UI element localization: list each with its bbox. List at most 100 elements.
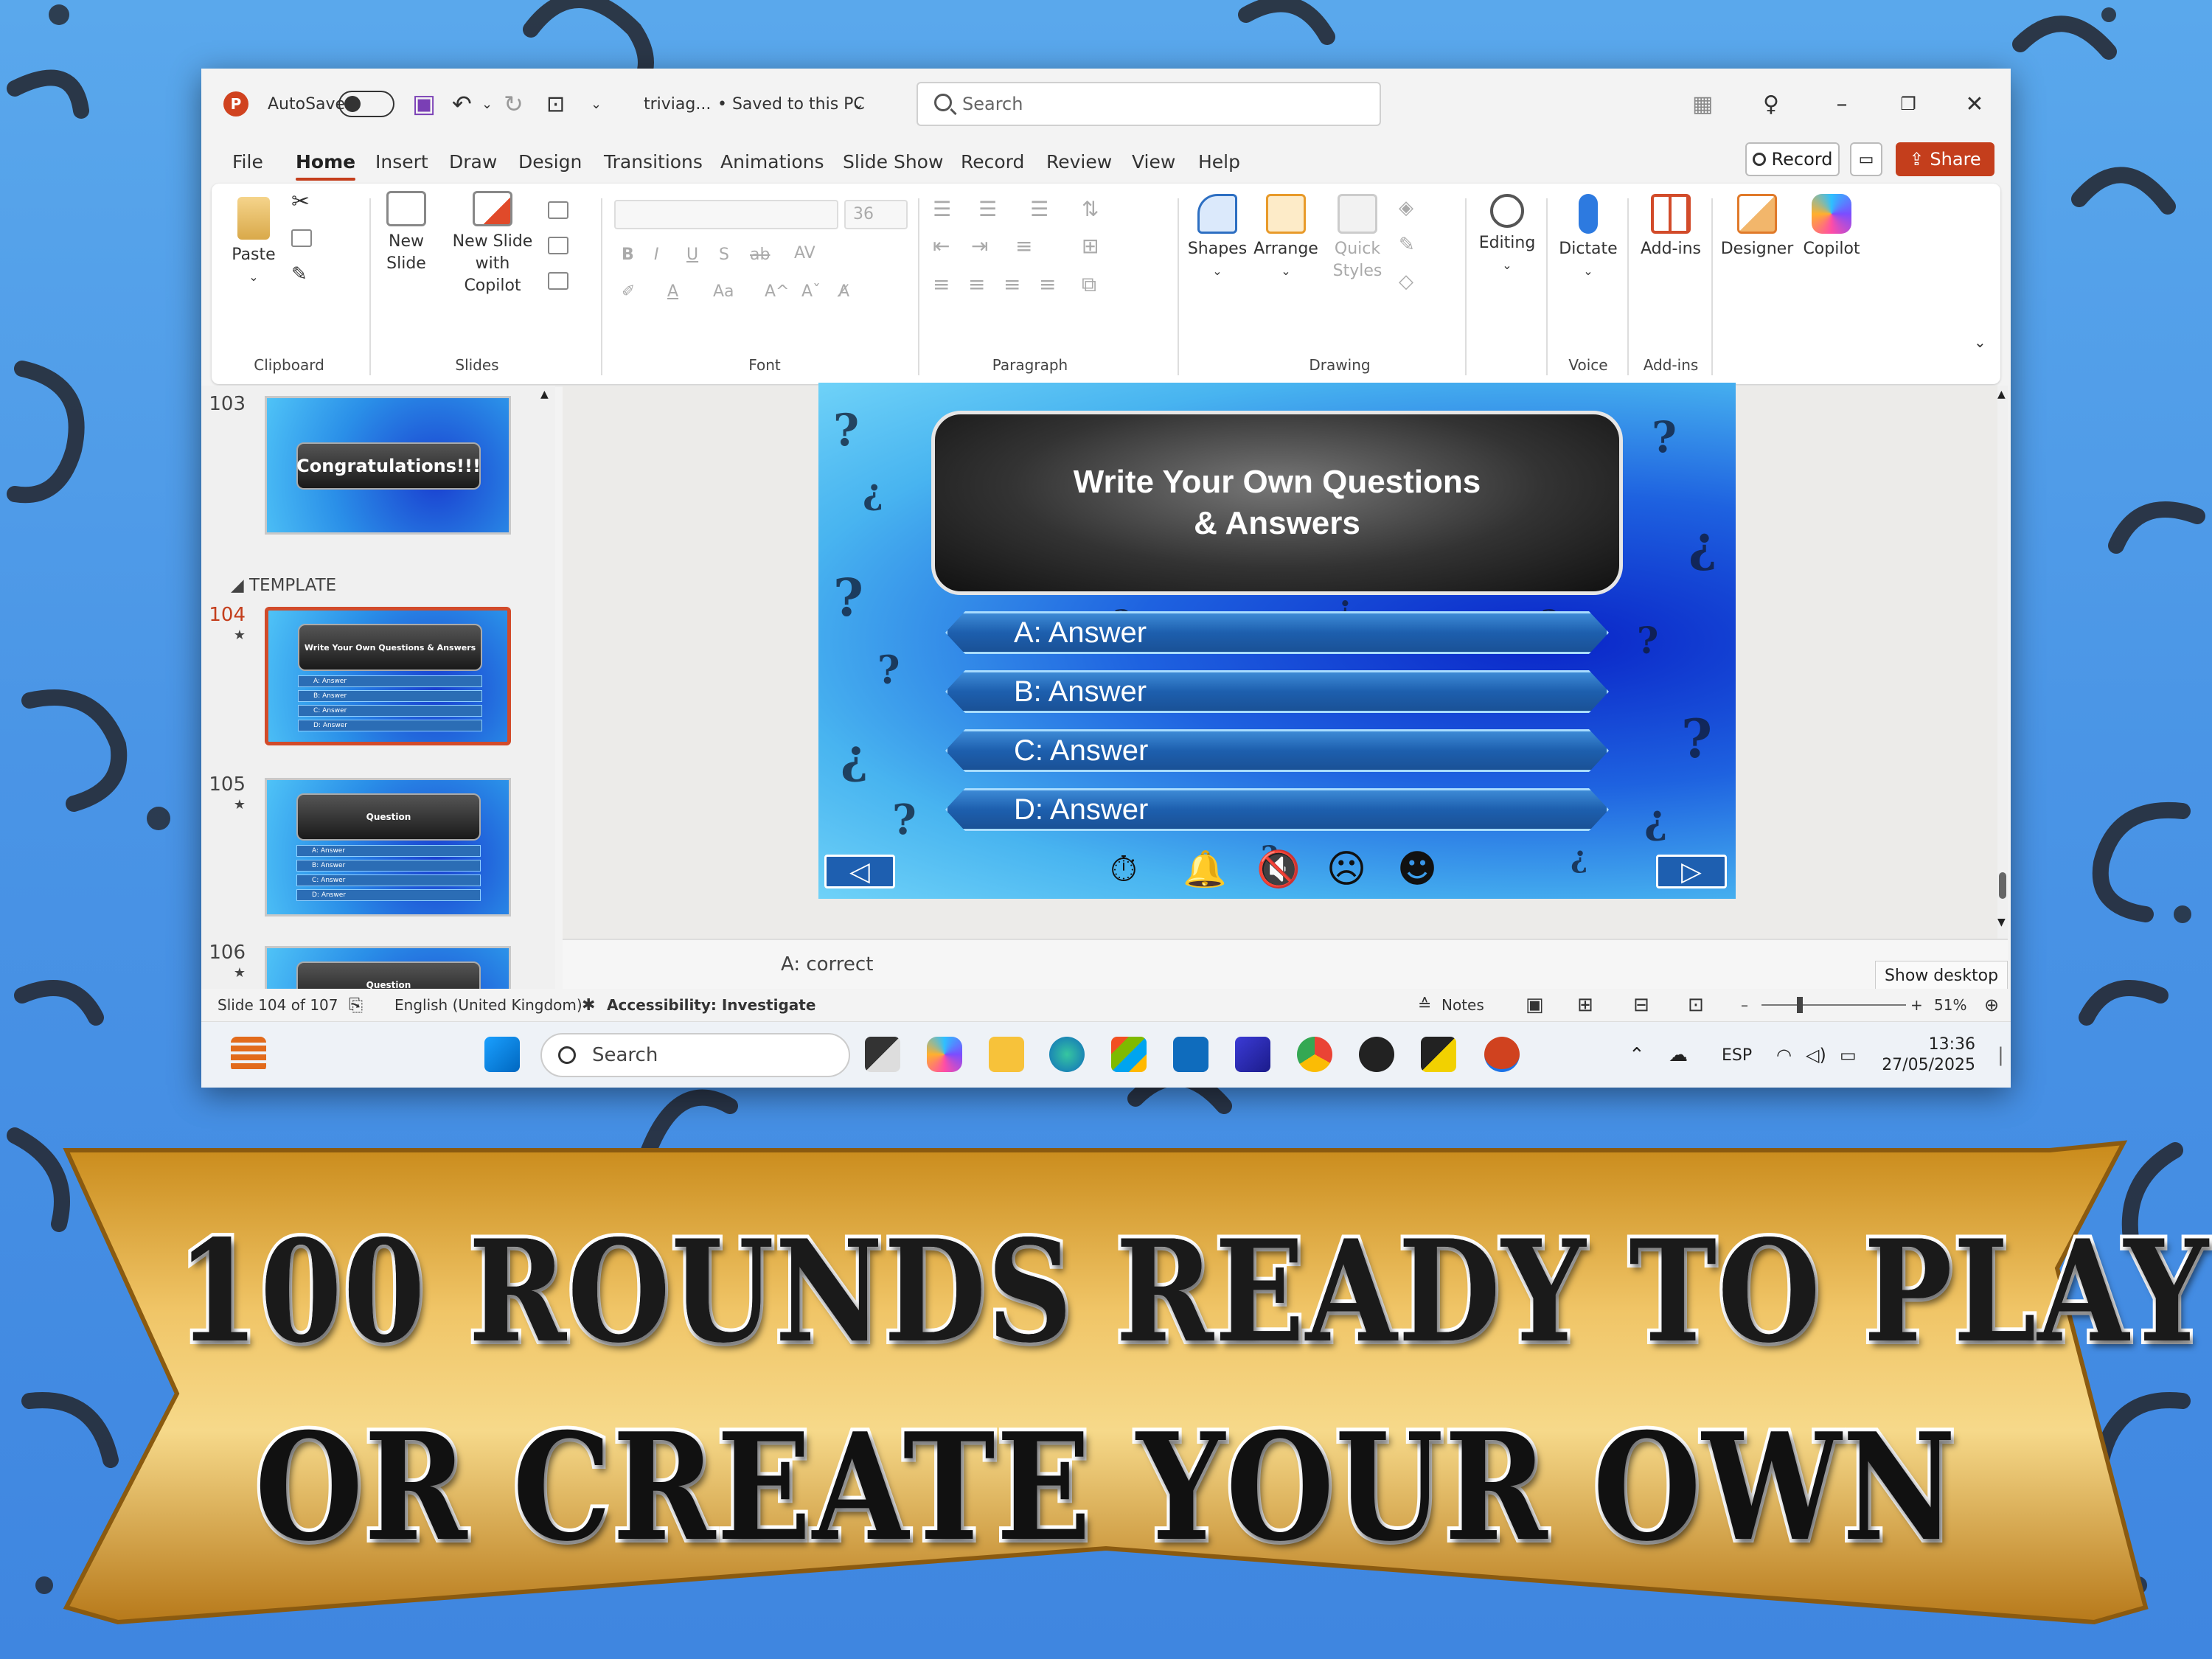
answer-b[interactable]: B: Answer [945, 670, 1609, 713]
accessibility-status[interactable]: Accessibility: Investigate [607, 989, 815, 1021]
font-size-select[interactable]: 36 [844, 200, 908, 229]
undo-dropdown-icon[interactable]: ⌄ [481, 69, 493, 139]
highlight-icon[interactable]: ✐ [622, 281, 635, 303]
new-slide-with-copilot-button[interactable]: New Slide with Copilot [445, 191, 540, 297]
tab-animations[interactable]: Animations [720, 139, 824, 184]
font-color-icon[interactable]: A [667, 281, 678, 303]
wifi-icon[interactable]: ◠ [1776, 1022, 1792, 1088]
designer-button[interactable]: Designer [1720, 194, 1794, 260]
justify-icon[interactable]: ≡ [1039, 274, 1056, 296]
arrange-button[interactable]: Arrange ⌄ [1253, 194, 1319, 282]
share-button[interactable]: ⇪ Share [1896, 142, 1994, 176]
answer-c[interactable]: C: Answer [945, 729, 1609, 772]
shapes-button[interactable]: Shapes ⌄ [1186, 194, 1248, 282]
dictate-button[interactable]: Dictate ⌄ [1555, 194, 1621, 282]
section-icon[interactable] [548, 272, 568, 290]
tab-view[interactable]: View [1132, 139, 1175, 184]
mute-icon[interactable]: 🔇 [1256, 847, 1301, 891]
answer-d[interactable]: D: Answer [945, 788, 1609, 831]
columns-icon[interactable]: ≡ [1015, 235, 1032, 257]
current-slide[interactable]: ? ¿ ? ? ¿ ? ? ¿ ? ? ¿ ? ¿ ? ? ¿ Write Yo… [818, 383, 1736, 899]
lightbulb-icon[interactable]: ♀ [1763, 69, 1779, 139]
task-view-icon[interactable] [865, 1037, 900, 1072]
tab-transitions[interactable]: Transitions [604, 139, 703, 184]
clock[interactable]: 13:36 27/05/2025 [1882, 1022, 1975, 1088]
close-button[interactable]: ✕ [1941, 69, 2008, 139]
file-explorer-icon[interactable] [989, 1037, 1024, 1072]
record-button[interactable]: Record [1745, 142, 1840, 176]
chrome-icon[interactable] [1297, 1037, 1332, 1072]
section-template[interactable]: ◢ TEMPLATE [231, 576, 336, 595]
char-spacing-icon[interactable]: AV [794, 243, 815, 265]
autosave-toggle[interactable] [338, 69, 394, 139]
normal-view-icon[interactable]: ▣ [1526, 989, 1544, 1021]
increase-indent-icon[interactable]: ⇥ [971, 235, 988, 257]
account-avatar-icon[interactable]: ▦ [1692, 69, 1713, 139]
scroll-up-icon[interactable]: ▲ [540, 389, 549, 400]
numbering-icon[interactable]: ☰ [978, 198, 997, 220]
thumbnails-scrollbar[interactable]: ▲ ▼ [540, 386, 551, 1058]
tab-file[interactable]: File [232, 139, 263, 184]
fit-slide-icon[interactable]: ⊕ [1984, 989, 1999, 1021]
app-icon[interactable] [1235, 1037, 1270, 1072]
notes-toggle[interactable]: Notes [1441, 989, 1484, 1021]
text-direction-icon[interactable]: ⇅ [1082, 198, 1099, 220]
shape-fill-icon[interactable]: ◈ [1399, 197, 1413, 219]
underline-icon[interactable]: U [686, 244, 698, 266]
save-status[interactable]: • Saved to this PC [717, 69, 865, 139]
editing-button[interactable]: Editing ⌄ [1474, 194, 1540, 276]
redo-icon[interactable]: ↻ [504, 69, 524, 139]
question-box[interactable]: Write Your Own Questions & Answers [931, 411, 1623, 595]
layout-icon[interactable] [548, 201, 568, 219]
bell-icon[interactable]: 🔔 [1183, 847, 1227, 891]
tab-review[interactable]: Review [1046, 139, 1112, 184]
change-case-icon[interactable]: Aa [713, 281, 734, 303]
zoom-level[interactable]: 51% [1934, 989, 1966, 1021]
scroll-up-icon[interactable]: ▲ [1997, 389, 2006, 400]
editor-scrollbar[interactable]: ▲ ▼ ⇞ ⇟ [1997, 386, 2008, 1005]
reading-view-icon[interactable]: ⊟ [1633, 989, 1649, 1021]
customize-toolbar-icon[interactable]: ⌄ [591, 69, 602, 139]
outlook-icon[interactable] [1173, 1037, 1208, 1072]
sad-face-icon[interactable]: ☹ [1324, 847, 1368, 891]
align-left-icon[interactable]: ≡ [933, 274, 950, 296]
vpn-icon[interactable] [1359, 1037, 1394, 1072]
tab-slide-show[interactable]: Slide Show [843, 139, 943, 184]
save-icon[interactable]: ▣ [412, 69, 436, 139]
battery-icon[interactable]: ▭ [1840, 1022, 1857, 1088]
decrease-indent-icon[interactable]: ⇤ [933, 235, 950, 257]
taskbar-search[interactable]: Search [540, 1033, 850, 1077]
slideshow-view-icon[interactable]: ⊡ [1688, 989, 1704, 1021]
show-hidden-icons[interactable]: ⌃ [1629, 1022, 1645, 1088]
quick-styles-button[interactable]: Quick Styles [1326, 194, 1388, 282]
tab-draw[interactable]: Draw [449, 139, 497, 184]
addins-button[interactable]: Add-ins [1638, 194, 1704, 260]
next-slide-button[interactable]: ▷ [1656, 855, 1727, 888]
save-status-dropdown-icon[interactable]: ⌄ [853, 69, 864, 139]
search-box[interactable]: Search [917, 82, 1381, 126]
reset-icon[interactable] [548, 237, 568, 254]
clear-format-icon[interactable]: A̸ [838, 281, 849, 303]
new-slide-button[interactable]: New Slide [377, 191, 436, 275]
copy-icon[interactable] [291, 229, 312, 247]
tab-help[interactable]: Help [1198, 139, 1240, 184]
language-indicator[interactable]: English (United Kingdom) [394, 989, 582, 1021]
collapse-ribbon-icon[interactable]: ⌄ [1974, 331, 1986, 353]
accessibility-icon[interactable]: ✱ [582, 989, 595, 1021]
copilot-button[interactable]: Copilot [1797, 194, 1866, 260]
zoom-out-icon[interactable]: – [1741, 989, 1748, 1021]
bullets-icon[interactable]: ☰ [933, 198, 951, 220]
strikethrough-icon[interactable]: ab [750, 244, 770, 266]
zoom-slider[interactable] [1761, 989, 1906, 1021]
shadow-icon[interactable]: S [719, 244, 729, 266]
scroll-thumb[interactable] [1999, 872, 2006, 899]
timer-icon[interactable]: ⏱ [1102, 847, 1146, 891]
widgets-icon[interactable] [231, 1037, 266, 1072]
sticky-notes-icon[interactable] [1421, 1037, 1456, 1072]
smartart-icon[interactable]: ⧉ [1082, 274, 1096, 296]
shape-effects-icon[interactable]: ◇ [1399, 271, 1413, 293]
slide-thumbnail-selected[interactable]: Write Your Own Questions & Answers A: An… [265, 607, 511, 745]
show-desktop-button[interactable]: | [1997, 1022, 2004, 1088]
shape-outline-icon[interactable]: ✎ [1399, 234, 1415, 256]
tab-home[interactable]: Home [296, 139, 356, 184]
